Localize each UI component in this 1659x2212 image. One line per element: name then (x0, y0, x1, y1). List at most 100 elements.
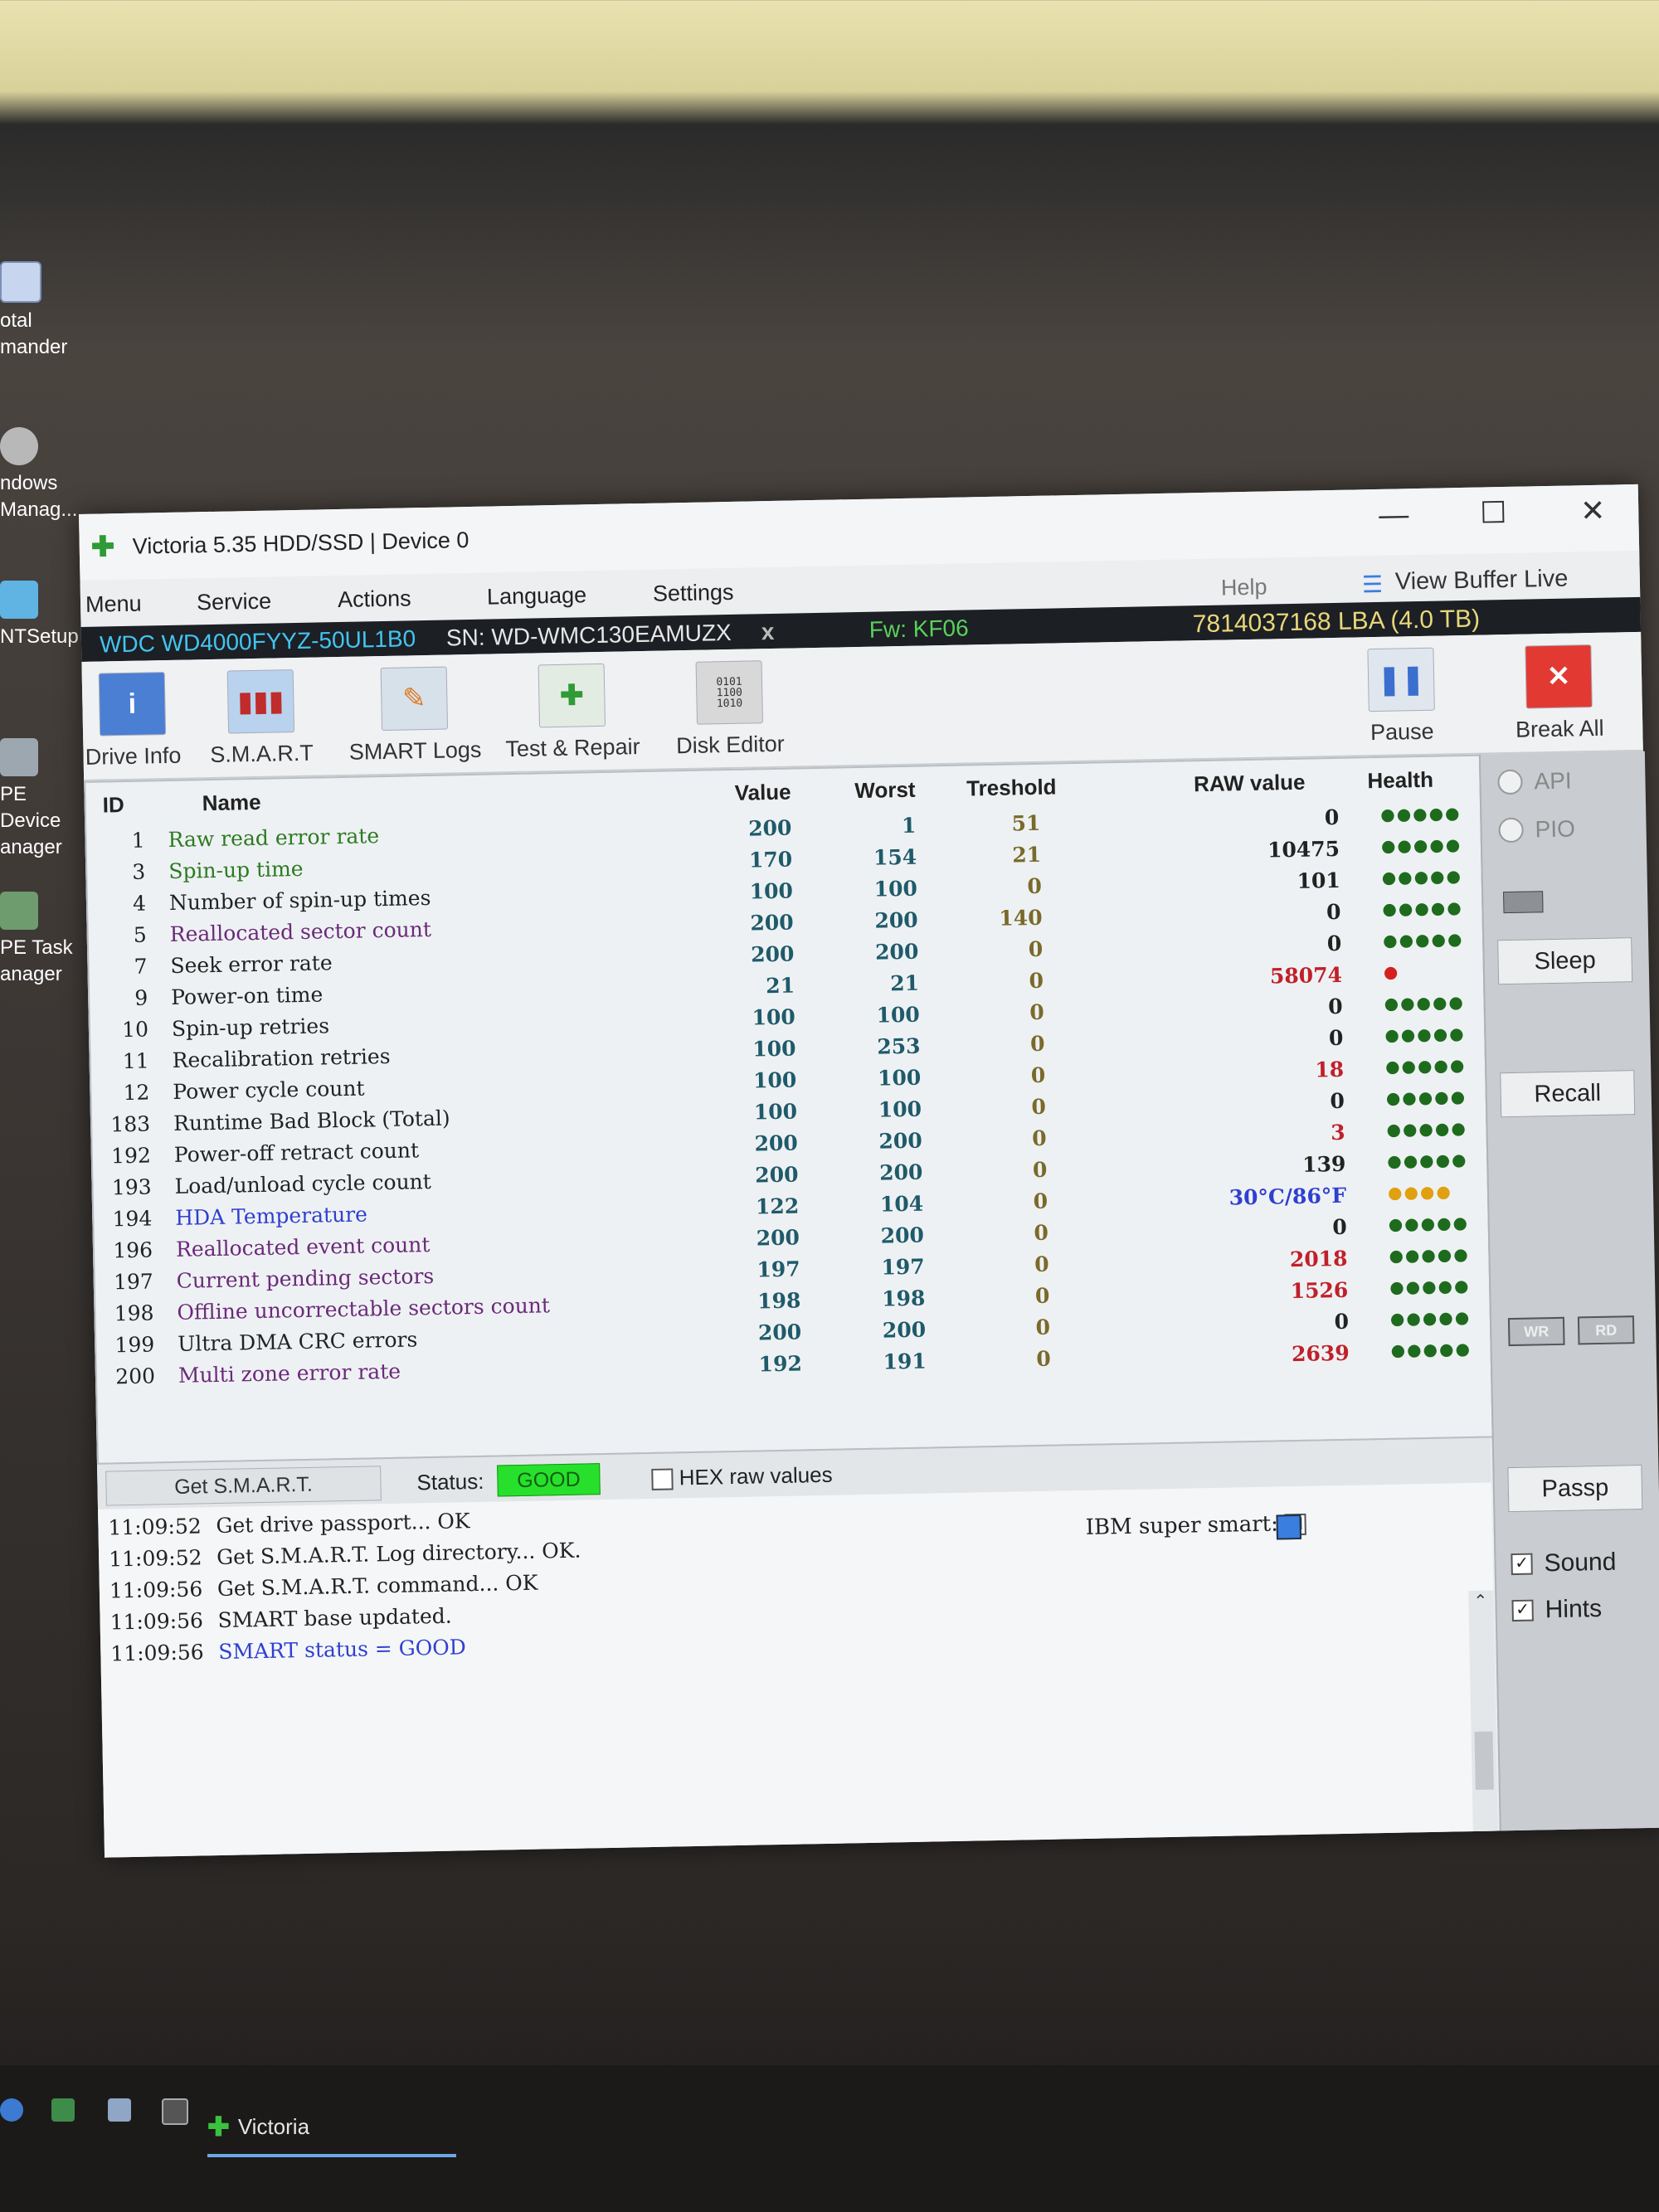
col-header-worst: Worst (854, 776, 916, 804)
scroll-up-icon[interactable]: ⌃ (1473, 1591, 1487, 1611)
desktop-icon-pe-device-manager[interactable]: PE Device anager (0, 738, 83, 861)
folder-pencil-icon: ✎ (380, 666, 449, 732)
log-scrollbar[interactable]: ⌃ (1468, 1590, 1498, 1832)
victoria-cross-icon: ✚ (90, 531, 115, 563)
menu-item-settings[interactable]: Settings (653, 580, 734, 607)
disk-editor-button[interactable]: 0101 1100 1010 Disk Editor (667, 660, 793, 760)
ibm-label: IBM super smart: (1085, 1511, 1279, 1540)
desktop-icon-pe-task-manager[interactable]: PE Task anager (0, 892, 83, 988)
cell-treshold: 0 (1031, 1094, 1047, 1120)
cell-raw: 18 (1315, 1057, 1345, 1082)
cell-raw: 10475 (1267, 836, 1340, 863)
cell-worst: 253 (877, 1033, 921, 1059)
computer-icon (0, 738, 38, 776)
hints-checkbox[interactable]: ✓ (1511, 1599, 1534, 1622)
cell-name: HDA Temperature (175, 1202, 368, 1230)
scroll-thumb[interactable] (1474, 1731, 1494, 1790)
log-line: 11:09:56 SMART status = GOOD (110, 1635, 466, 1665)
maximize-button[interactable]: ☐ (1468, 495, 1519, 531)
cell-health: ●●●●● (1388, 1212, 1470, 1234)
cell-raw: 2639 (1291, 1340, 1350, 1367)
menu-item-actions[interactable]: Actions (338, 586, 411, 613)
cell-treshold: 0 (1028, 936, 1044, 962)
start-icon[interactable] (0, 2098, 23, 2122)
pio-radio[interactable]: PIO (1498, 815, 1575, 843)
smart-label: S.M.A.R.T (210, 740, 314, 768)
api-radio[interactable]: API (1497, 768, 1572, 796)
taskbar-app-icon[interactable] (108, 2098, 131, 2122)
cell-value: 100 (752, 1067, 797, 1093)
drive-close-button[interactable]: x (761, 619, 775, 645)
console-icon[interactable] (162, 2098, 188, 2125)
menu-item-help[interactable]: Help (1221, 575, 1267, 601)
col-header-health: Health (1367, 766, 1434, 794)
cell-raw: 0 (1332, 1214, 1348, 1240)
cell-id: 10 (121, 1017, 149, 1043)
drive-model[interactable]: WDC WD4000FYYZ-50UL1B0 (100, 625, 416, 658)
smart-button[interactable]: ▮▮▮ S.M.A.R.T (207, 669, 316, 768)
test-repair-button[interactable]: ✚ Test & Repair (501, 663, 644, 762)
col-header-id: ID (102, 792, 125, 818)
cell-health: ●●●●● (1389, 1275, 1471, 1297)
hex-raw-values-toggle[interactable]: HEX raw values (651, 1462, 833, 1491)
wr-indicator: WR (1507, 1316, 1565, 1347)
cell-id: 11 (122, 1048, 149, 1074)
cell-value: 200 (750, 910, 794, 936)
get-smart-button[interactable]: Get S.M.A.R.T. (105, 1466, 382, 1506)
cell-name: Multi zone error rate (178, 1359, 401, 1388)
sleep-button[interactable]: Sleep (1497, 937, 1633, 985)
list-icon: ☰ (1361, 571, 1384, 598)
cell-worst: 191 (883, 1349, 927, 1374)
cell-name: Recalibration retries (172, 1043, 391, 1072)
sound-checkbox[interactable]: ✓ (1511, 1553, 1533, 1576)
log-time: 11:09:56 (109, 1608, 204, 1635)
rd-indicator: RD (1577, 1315, 1635, 1345)
cell-worst: 100 (878, 1096, 922, 1122)
smart-logs-button[interactable]: ✎ SMART Logs (348, 666, 482, 766)
info-icon: i (98, 672, 167, 737)
cell-name: Reallocated event count (175, 1232, 431, 1262)
cell-health: ●●●●● (1390, 1338, 1472, 1360)
pause-button[interactable]: ❚❚ Pause (1346, 647, 1456, 746)
cell-name: Power-off retract count (173, 1138, 420, 1167)
view-buffer-live-button[interactable]: View Buffer Live (1395, 566, 1569, 596)
ibm-super-smart-toggle[interactable]: IBM super smart: ☑ (1085, 1511, 1307, 1540)
hints-toggle[interactable]: ✓ Hints (1511, 1595, 1602, 1625)
desktop-icon-ntsetup[interactable]: NTSetup (0, 581, 83, 650)
cell-treshold: 0 (1027, 873, 1043, 899)
drive-info-button[interactable]: i Drive Info (82, 672, 183, 771)
monitor-icon (0, 892, 38, 930)
cell-health: ● (1383, 961, 1400, 982)
cell-raw: 0 (1327, 994, 1343, 1019)
cell-name: Ultra DMA CRC errors (177, 1327, 418, 1356)
cell-id: 194 (112, 1206, 153, 1232)
taskbar-item-victoria[interactable]: ✚ Victoria (207, 2111, 456, 2157)
cell-name: Runtime Bad Block (Total) (173, 1106, 450, 1135)
cell-id: 183 (110, 1111, 151, 1137)
sound-toggle[interactable]: ✓ Sound (1511, 1548, 1617, 1578)
close-button[interactable]: ✕ (1568, 493, 1618, 528)
cell-name: Number of spin-up times (168, 885, 431, 915)
hex-checkbox[interactable] (651, 1468, 674, 1491)
menu-item-language[interactable]: Language (487, 582, 587, 610)
passp-button[interactable]: Passp (1507, 1465, 1643, 1513)
desktop-icon-windows-manager[interactable]: ndows Manag... (0, 427, 83, 523)
break-all-button[interactable]: ✕ Break All (1496, 644, 1622, 743)
drive-lba: 7814037168 LBA (4.0 TB) (1192, 605, 1481, 639)
log-text: Get S.M.A.R.T. command... OK (216, 1570, 538, 1602)
menu-item-service[interactable]: Service (197, 589, 272, 616)
col-header-raw: RAW value (1193, 769, 1306, 797)
desktop-icon-total-commander[interactable]: otal mander (0, 261, 83, 361)
cell-value: 197 (757, 1257, 800, 1282)
cell-name: Reallocated sector count (169, 916, 432, 946)
recall-button[interactable]: Recall (1500, 1070, 1636, 1118)
cell-health: ●●●●● (1386, 1118, 1468, 1140)
api-label: API (1534, 767, 1572, 795)
cell-treshold: 0 (1033, 1189, 1048, 1214)
cell-raw: 3 (1330, 1120, 1345, 1145)
taskbar-app-icon[interactable] (51, 2098, 75, 2122)
cell-raw: 0 (1326, 899, 1341, 925)
minimize-button[interactable]: — (1369, 497, 1419, 532)
col-header-value: Value (734, 779, 791, 805)
menu-item-menu[interactable]: Menu (85, 591, 142, 618)
